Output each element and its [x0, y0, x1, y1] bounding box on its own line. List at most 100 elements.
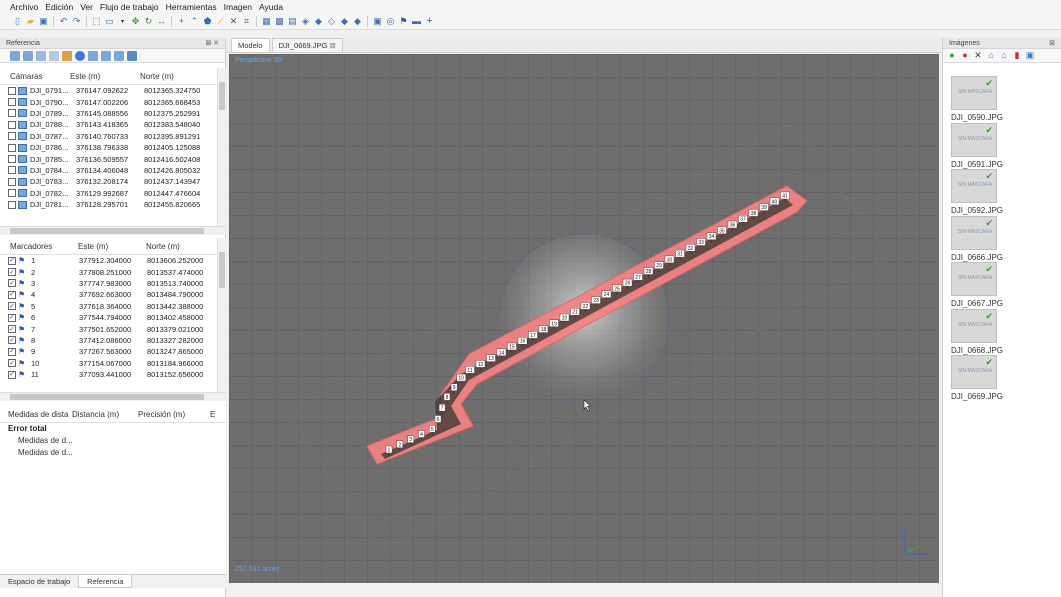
mask-icon[interactable]: ▮: [1012, 51, 1022, 60]
import-icon[interactable]: [10, 50, 20, 61]
image-thumbnail[interactable]: ✔ SIN MÁSCARA DJI_0666.JPG: [951, 215, 1047, 262]
camera-checkbox[interactable]: [8, 189, 16, 198]
rect-select-icon[interactable]: ▭: [104, 16, 115, 27]
model-icon[interactable]: ◈: [300, 16, 311, 27]
table-row[interactable]: DJI_0791... 376147.092622 8012365.324750: [0, 85, 226, 96]
camera-checkbox[interactable]: [8, 143, 16, 152]
cameras-vscroll[interactable]: [217, 68, 226, 226]
export-icon[interactable]: [23, 50, 33, 61]
delete-icon[interactable]: ✕: [228, 16, 239, 27]
thumbnail-image[interactable]: ✔ SIN MÁSCARA: [951, 169, 997, 203]
menu-ver[interactable]: Ver: [80, 2, 93, 12]
image-thumbnail[interactable]: ✔ SIN MÁSCARA DJI_0669.JPG: [951, 355, 1047, 401]
marker-checkbox[interactable]: ✓: [8, 268, 16, 277]
table-row[interactable]: DJI_0787... 376140.760733 8012395.891291: [0, 131, 226, 142]
brush-icon[interactable]: [62, 50, 72, 61]
chevron-down-icon[interactable]: ▾: [117, 16, 128, 27]
new-icon[interactable]: ▯: [12, 16, 23, 27]
table-row[interactable]: ✓ ⚑ 11 377093.441000 8013152.656000: [0, 369, 226, 380]
col-distancia[interactable]: Distancia (m): [72, 410, 138, 419]
table-row[interactable]: ✓ ⚑ 2 377808.251000 8013537.474000: [0, 266, 226, 277]
table-row[interactable]: ✓ ⚑ 8 377412.086000 8013327.282000: [0, 335, 226, 346]
view-list-icon[interactable]: ▣: [1025, 51, 1035, 60]
image-thumbnail[interactable]: ✔ SIN MÁSCARA DJI_0591.JPG: [951, 122, 1047, 169]
save-icon[interactable]: ▣: [38, 16, 49, 27]
markers-toggle-icon[interactable]: ⚑: [398, 16, 409, 27]
image-thumbnail[interactable]: ✔ SIN MÁSCARA DJI_0667.JPG: [951, 262, 1047, 308]
thumbnail-image[interactable]: ✔ SIN MÁSCARA: [951, 76, 997, 110]
menu-archivo[interactable]: Archivo: [10, 2, 38, 12]
marker-checkbox[interactable]: ✓: [8, 370, 16, 379]
model-viewport[interactable]: 1 2 3 4 5 6 7 8 9 10 11 12 13 14 15 16 17 18 19 20 21 22 23 24 2…: [229, 54, 939, 583]
polyline-icon[interactable]: ⌃: [189, 16, 200, 27]
camera-checkbox[interactable]: [8, 177, 16, 186]
tab-image-view[interactable]: DJI_0669.JPG ⊠: [271, 38, 343, 52]
image-thumbnail[interactable]: ✔ SIN MÁSCARA DJI_0592.JPG: [951, 169, 1047, 215]
enable-icon[interactable]: ●: [947, 51, 957, 60]
move-icon[interactable]: ↔: [156, 16, 167, 27]
cameras-toggle-icon[interactable]: ▣: [372, 16, 383, 27]
table-row[interactable]: DJI_0786... 376138.796338 8012405.125088: [0, 142, 226, 153]
thumbnail-image[interactable]: ✔ SIN MÁSCARA: [951, 355, 997, 389]
view-estimated-icon[interactable]: [101, 50, 111, 61]
col-este[interactable]: Este (m): [70, 72, 140, 81]
thumbnail-image[interactable]: ✔ SIN MÁSCARA: [951, 122, 997, 157]
table-row[interactable]: DJI_0782... 376129.992687 8012447.476604: [0, 188, 226, 199]
camera-checkbox[interactable]: [8, 98, 16, 107]
table-row[interactable]: ✓ ⚑ 7 377501.652000 8013379.021000: [0, 323, 226, 334]
crosshair-icon[interactable]: +: [424, 16, 435, 27]
table-row[interactable]: DJI_0789... 376145.088556 8012375.252991: [0, 108, 226, 119]
markers-vscroll[interactable]: [217, 238, 226, 396]
close-icon[interactable]: ⊠: [329, 41, 335, 50]
tab-modelo[interactable]: Modelo: [231, 38, 270, 52]
menu-flujo-de-trabajo[interactable]: Flujo de trabajo: [100, 2, 159, 12]
filter-icon[interactable]: ⌂: [986, 51, 996, 60]
open-icon[interactable]: ▰: [25, 16, 36, 27]
texture-icon[interactable]: ◆: [313, 16, 324, 27]
dense-cloud-icon[interactable]: ▩: [274, 16, 285, 27]
filter-point-icon[interactable]: ⌂: [999, 51, 1009, 60]
add-marker-icon[interactable]: +: [176, 16, 187, 27]
camera-checkbox[interactable]: [8, 200, 16, 209]
settings-icon[interactable]: [127, 50, 137, 61]
clear-icon[interactable]: [36, 50, 46, 61]
camera-checkbox[interactable]: [8, 86, 16, 95]
table-row[interactable]: DJI_0783... 376132.208174 8012437.143947: [0, 176, 226, 187]
panel-close-icon[interactable]: ⊠ ✕: [205, 39, 219, 47]
remove-icon[interactable]: ✕: [973, 51, 983, 60]
table-row[interactable]: DJI_0784... 376134.406048 8012426.805032: [0, 165, 226, 176]
col-camaras[interactable]: Cámaras: [0, 72, 70, 81]
disable-icon[interactable]: ●: [960, 51, 970, 60]
table-row[interactable]: DJI_0790... 376147.002206 8012365.668453: [0, 96, 226, 107]
undo-icon[interactable]: ↶: [58, 16, 69, 27]
tab-espacio-de-trabajo[interactable]: Espacio de trabajo: [0, 575, 78, 588]
marker-checkbox[interactable]: ✓: [8, 313, 16, 322]
view-source-icon[interactable]: [88, 50, 98, 61]
table-row[interactable]: DJI_0781... 376128.295701 8012455.820665: [0, 199, 226, 210]
camera-checkbox[interactable]: [8, 166, 16, 175]
marker-checkbox[interactable]: ✓: [8, 279, 16, 288]
update-icon[interactable]: [75, 50, 85, 61]
marker-checkbox[interactable]: ✓: [8, 336, 16, 345]
marker-checkbox[interactable]: ✓: [8, 325, 16, 334]
cameras-hscroll[interactable]: [0, 226, 226, 235]
marker-checkbox[interactable]: ✓: [8, 302, 16, 311]
camera-checkbox[interactable]: [8, 109, 16, 118]
select-icon[interactable]: ⬚: [91, 16, 102, 27]
col-norte[interactable]: Norte (m): [140, 72, 210, 81]
distance-measure-item[interactable]: Medidas de d...: [0, 447, 226, 459]
markers-hscroll[interactable]: [0, 392, 226, 401]
view-errors-icon[interactable]: [114, 50, 124, 61]
camera-checkbox[interactable]: [8, 120, 16, 129]
table-row[interactable]: ✓ ⚑ 4 377692.663000 8013484.790000: [0, 289, 226, 300]
table-icon[interactable]: [49, 50, 59, 61]
shape-icon[interactable]: ⬟: [202, 16, 213, 27]
error-total[interactable]: Error total: [0, 423, 226, 435]
distance-measure-item[interactable]: Medidas de d...: [0, 435, 226, 447]
camera-checkbox[interactable]: [8, 132, 16, 141]
navigation-icon[interactable]: ✥: [130, 16, 141, 27]
menu-imagen[interactable]: Imagen: [224, 2, 252, 12]
table-row[interactable]: ✓ ⚑ 5 377618.364000 8013442.388000: [0, 301, 226, 312]
ortho-icon[interactable]: ◆: [352, 16, 363, 27]
tab-referencia[interactable]: Referencia: [78, 575, 133, 588]
